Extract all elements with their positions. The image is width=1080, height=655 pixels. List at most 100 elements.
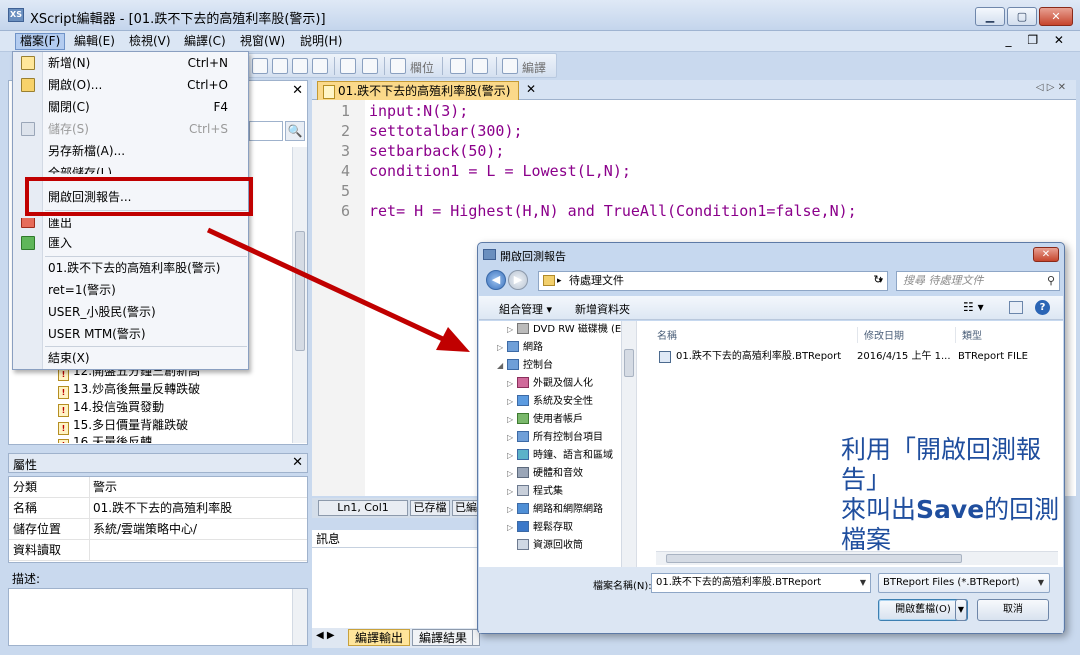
properties-grid: 分類 警示 名稱 01.跌不下去的高殖利率股 儲存位置 系統/雲端策略中心/ 資料讀取	[8, 476, 308, 563]
nav-item[interactable]: ▷ 網路	[497, 339, 543, 357]
tree-item-label: 13.炒高後無量反轉跌破	[73, 382, 201, 396]
tab-compile-output[interactable]: 編譯輸出	[348, 629, 411, 646]
close-button[interactable]: ✕	[1039, 7, 1073, 26]
cut-icon[interactable]	[252, 58, 268, 74]
menu-window[interactable]: 視窗(W)	[236, 33, 289, 50]
search-icon[interactable]: 🔍	[285, 121, 305, 141]
menu-item-save[interactable]: 儲存(S) Ctrl+S	[13, 118, 248, 140]
font-decrease-icon[interactable]	[450, 58, 466, 74]
nav-item[interactable]: ▷ 輕鬆存取	[507, 519, 573, 537]
minimize-button[interactable]: ▁	[975, 7, 1005, 26]
compile-icon[interactable]	[502, 58, 518, 74]
menu-help[interactable]: 說明(H)	[296, 33, 346, 50]
tree-item[interactable]: ! 15.多日價量背離跌破	[58, 416, 188, 435]
field-button-label[interactable]: 欄位	[410, 59, 434, 76]
menu-item-new[interactable]: 新增(N) Ctrl+N	[13, 52, 248, 74]
font-increase-icon[interactable]	[472, 58, 488, 74]
nav-item[interactable]: 資源回收筒	[507, 537, 583, 555]
menu-item-recent[interactable]: USER_小股民(警示)	[13, 301, 248, 323]
scroll-thumb[interactable]	[295, 231, 305, 351]
address-bar[interactable]: ▸ 待處理文件 ▾	[538, 271, 888, 291]
property-row: 分類 警示	[9, 477, 307, 498]
refresh-icon[interactable]: ↻	[870, 273, 886, 289]
column-header-type[interactable]: 類型	[955, 327, 1063, 343]
undo-icon[interactable]	[292, 58, 308, 74]
find-icon[interactable]	[340, 58, 356, 74]
nav-item[interactable]: ◢ 控制台	[497, 357, 553, 375]
dialog-close-button[interactable]: ✕	[1033, 247, 1059, 262]
search-input[interactable]	[249, 121, 283, 141]
filename-input[interactable]: 01.跌不下去的高殖利率股.BTReport ▼	[651, 573, 871, 593]
menu-item-save-all[interactable]: 全部儲存(L)	[13, 162, 248, 174]
view-options-icon[interactable]: ☷ ▾	[963, 300, 984, 314]
nav-item[interactable]: ▷ DVD RW 磁碟機 (E:)	[507, 321, 629, 339]
chevron-down-icon[interactable]: ▼	[860, 574, 866, 592]
menu-item-import[interactable]: 匯入	[13, 232, 248, 254]
nav-item[interactable]: ▷ 網路和網際網路	[507, 501, 603, 519]
tab-scroll-icon[interactable]: ◀ ▶	[316, 630, 335, 641]
chevron-down-icon[interactable]: ▼	[1038, 574, 1044, 592]
toolbar-separator	[442, 57, 443, 75]
open-options-button[interactable]: ▼	[955, 599, 967, 621]
copy-icon[interactable]	[272, 58, 288, 74]
editor-tab[interactable]: 01.跌不下去的高殖利率股(警示)	[317, 81, 520, 100]
menu-file[interactable]: 檔案(F)	[15, 33, 66, 50]
script-file-icon: !	[58, 439, 69, 443]
nav-item[interactable]: ▷ 時鐘、語言和區域	[507, 447, 613, 465]
close-icon[interactable]: ✕	[292, 83, 303, 98]
menu-edit[interactable]: 編輯(E)	[70, 33, 119, 50]
column-header-date[interactable]: 修改日期	[857, 327, 955, 343]
nav-item[interactable]: ▷ 使用者帳戶	[507, 411, 583, 429]
nav-item[interactable]: ▷ 外觀及個人化	[507, 375, 593, 393]
description-scrollbar[interactable]	[292, 589, 307, 645]
menu-item-save-as[interactable]: 另存新檔(A)...	[13, 140, 248, 162]
menu-item-export[interactable]: 匯出	[13, 218, 248, 228]
menu-item-recent[interactable]: USER MTM(警示)	[13, 323, 248, 345]
nav-item[interactable]: ▷ 硬體和音效	[507, 465, 583, 483]
cancel-button[interactable]: 取消	[977, 599, 1049, 621]
nav-scrollbar[interactable]	[621, 321, 636, 567]
back-button[interactable]: ◀	[486, 270, 506, 290]
menu-compile[interactable]: 編譯(C)	[180, 33, 230, 50]
preview-pane-icon[interactable]	[1009, 301, 1023, 314]
nav-item[interactable]: ▷ 程式集	[507, 483, 563, 501]
filetype-select[interactable]: BTReport Files (*.BTReport) ▼	[878, 573, 1050, 593]
menu-item-exit[interactable]: 結束(X)	[13, 347, 248, 369]
menu-item-recent[interactable]: ret=1(警示)	[13, 279, 248, 301]
property-row: 儲存位置 系統/雲端策略中心/	[9, 519, 307, 540]
column-header-name[interactable]: 名稱	[651, 327, 857, 343]
hardware-icon	[517, 467, 529, 478]
tree-item[interactable]: ! 16.天量後反轉	[58, 433, 152, 443]
help-icon[interactable]: ?	[1035, 300, 1050, 315]
redo-icon[interactable]	[312, 58, 328, 74]
file-row[interactable]: 01.跌不下去的高殖利率股.BTReport 2016/4/15 上午 1...…	[659, 349, 1063, 365]
tree-item[interactable]: ! 13.炒高後無量反轉跌破	[58, 380, 201, 399]
compile-button-label[interactable]: 編譯	[522, 59, 546, 76]
scroll-thumb[interactable]	[624, 349, 634, 377]
callout-line-2: 來叫出Save的回測檔案	[841, 495, 1060, 554]
tab-scroll-icon[interactable]: ◁ ▷ ✕	[1036, 82, 1066, 93]
replace-icon[interactable]	[362, 58, 378, 74]
menu-item-open[interactable]: 開啟(O)... Ctrl+O	[13, 74, 248, 96]
close-icon[interactable]: ✕	[292, 455, 303, 470]
tab-compile-result[interactable]: 編譯結果	[412, 629, 475, 646]
maximize-button[interactable]: ▢	[1007, 7, 1037, 26]
organize-button[interactable]: 組合管理 ▾	[499, 301, 552, 317]
forward-button[interactable]: ▶	[508, 270, 528, 290]
control-panel-icon	[507, 359, 519, 370]
menu-view[interactable]: 檢視(V)	[125, 33, 175, 50]
file-list-hscroll[interactable]	[656, 551, 1058, 565]
close-icon[interactable]: ✕	[526, 82, 536, 96]
mdi-controls[interactable]: _ ❐ ✕	[1006, 33, 1070, 47]
description-box[interactable]	[8, 588, 308, 646]
tree-scrollbar[interactable]	[292, 147, 307, 443]
nav-item[interactable]: ▷ 所有控制台項目	[507, 429, 603, 447]
tag-icon[interactable]	[390, 58, 406, 74]
scroll-thumb[interactable]	[666, 554, 962, 563]
menu-item-recent[interactable]: 01.跌不下去的高殖利率股(警示)	[13, 257, 248, 279]
tree-item[interactable]: ! 14.投信強買發動	[58, 398, 164, 417]
search-input[interactable]: 搜尋 待處理文件 ⚲	[896, 271, 1060, 291]
new-folder-button[interactable]: 新增資料夾	[575, 301, 630, 317]
nav-item[interactable]: ▷ 系統及安全性	[507, 393, 593, 411]
menu-item-close[interactable]: 關閉(C) F4	[13, 96, 248, 118]
